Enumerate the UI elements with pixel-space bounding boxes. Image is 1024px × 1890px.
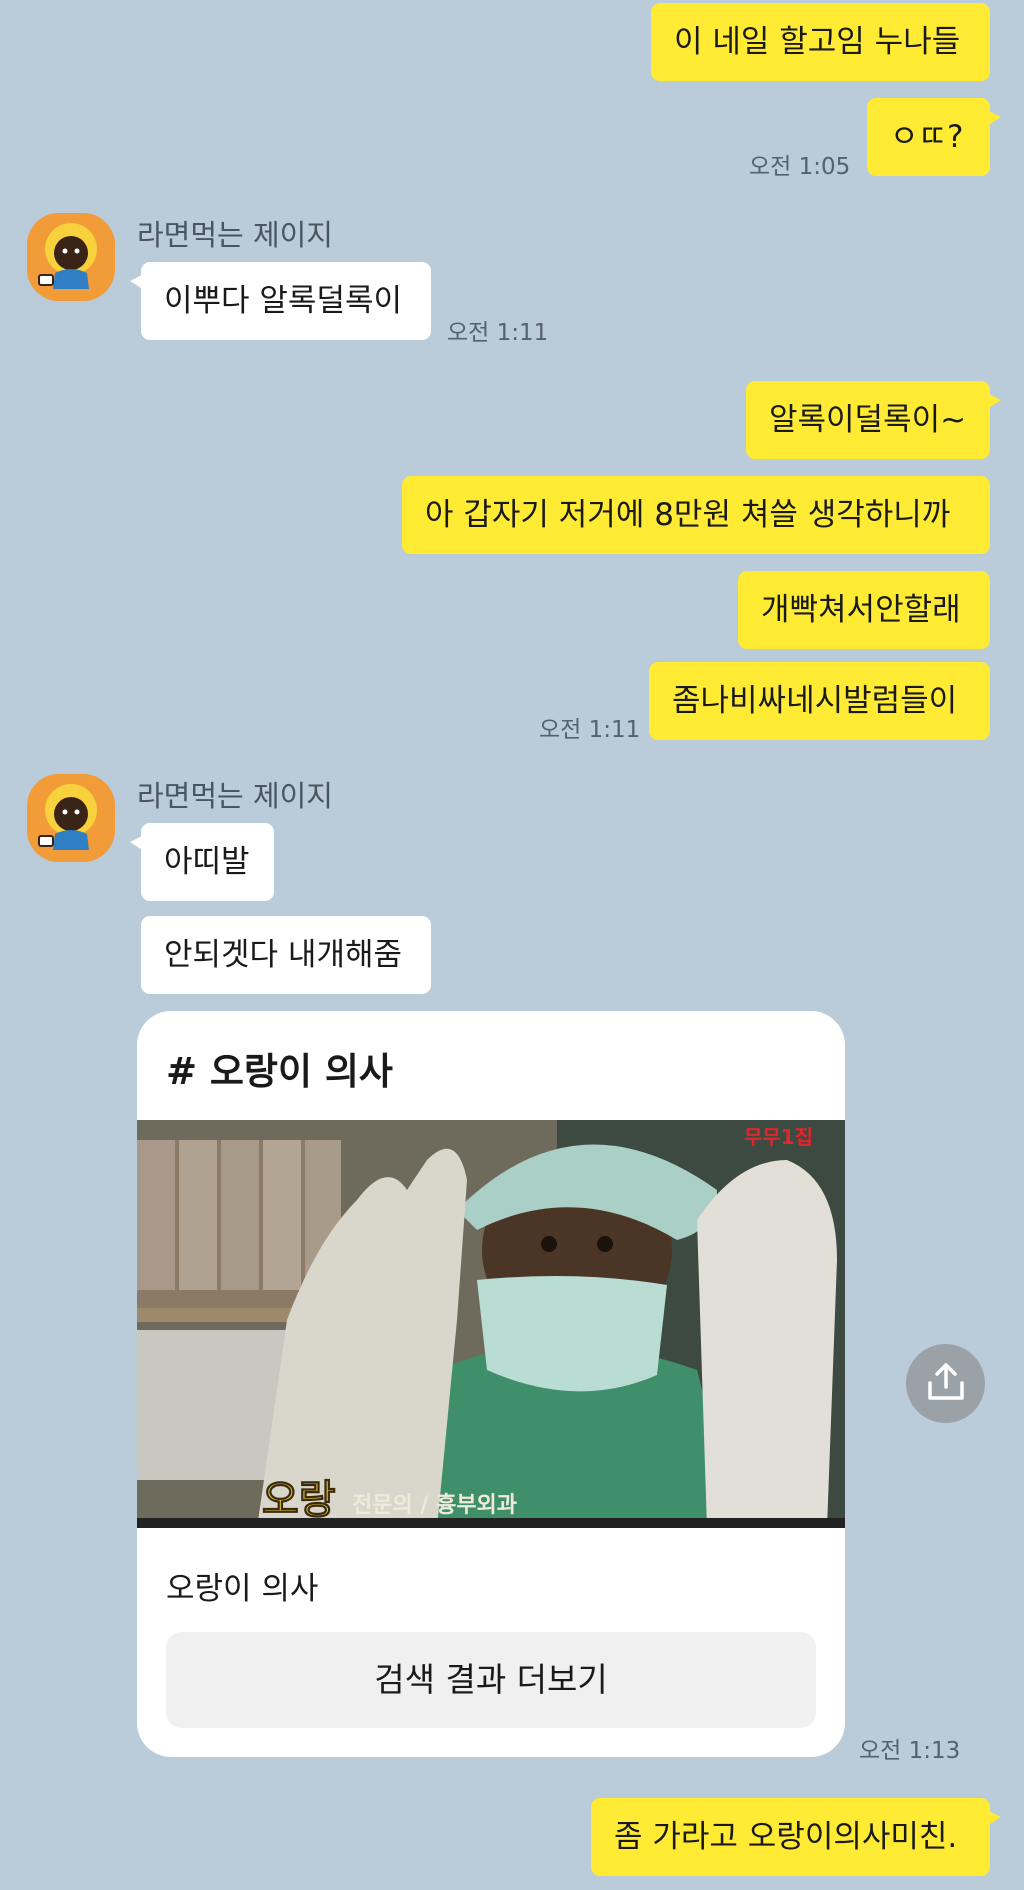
card-image[interactable]: 오랑 전문의 / 흉부외과 무무1집 — [137, 1120, 845, 1528]
sender-name: 라면먹는 제이지 — [137, 218, 333, 252]
my-message-bubble[interactable]: 알록이덜록이~ — [746, 381, 1001, 459]
orangutan-doctor-image: 오랑 전문의 / 흉부외과 무무1집 — [137, 1120, 845, 1528]
their-message-bubble[interactable]: 안되겟다 내개해줌 — [141, 916, 431, 994]
their-message-bubble[interactable]: 아띠발 — [130, 823, 274, 901]
message-timestamp: 오전 1:05 — [749, 154, 851, 180]
my-message-bubble[interactable]: 이 네일 할고임 누나들 — [651, 3, 990, 81]
card-subtitle: 오랑이 의사 — [166, 1571, 319, 1607]
message-timestamp: 오전 1:13 — [859, 1738, 961, 1764]
my-message-bubble[interactable]: 좀나비싸네시발럼들이 — [649, 662, 990, 740]
message-timestamp: 오전 1:11 — [539, 717, 641, 743]
search-result-card[interactable]: # 오랑이 의사 오랑 전문의 / 흉부외과 무무1집 오랑이 의사 검색 결과… — [137, 1011, 845, 1757]
image-caption-name: 오랑 — [262, 1477, 336, 1523]
image-caption-sub: 전문의 / 흉부외과 — [352, 1493, 517, 1518]
character-avatar-icon — [27, 213, 115, 301]
their-message-bubble[interactable]: 이뿌다 알록덜록이 — [130, 262, 431, 340]
my-message-bubble[interactable]: 개빡쳐서안할래 — [738, 571, 990, 649]
share-upload-icon — [928, 1363, 964, 1400]
sender-avatar[interactable] — [27, 774, 115, 862]
image-channel-mark: 무무1집 — [744, 1125, 813, 1149]
sender-name: 라면먹는 제이지 — [137, 779, 333, 813]
share-button[interactable] — [906, 1344, 985, 1423]
message-timestamp: 오전 1:11 — [447, 320, 549, 346]
card-title: # 오랑이 의사 — [166, 1050, 393, 1093]
my-message-bubble[interactable]: 아 갑자기 저거에 8만원 쳐쓸 생각하니까 — [402, 476, 990, 554]
sender-avatar[interactable] — [27, 213, 115, 301]
more-search-results-button[interactable]: 검색 결과 더보기 — [166, 1632, 816, 1728]
my-message-bubble[interactable]: ㅇㄸ? — [867, 98, 1001, 176]
character-avatar-icon — [27, 774, 115, 862]
my-message-bubble[interactable]: 좀 가라고 오랑이의사미친. — [591, 1798, 1001, 1876]
